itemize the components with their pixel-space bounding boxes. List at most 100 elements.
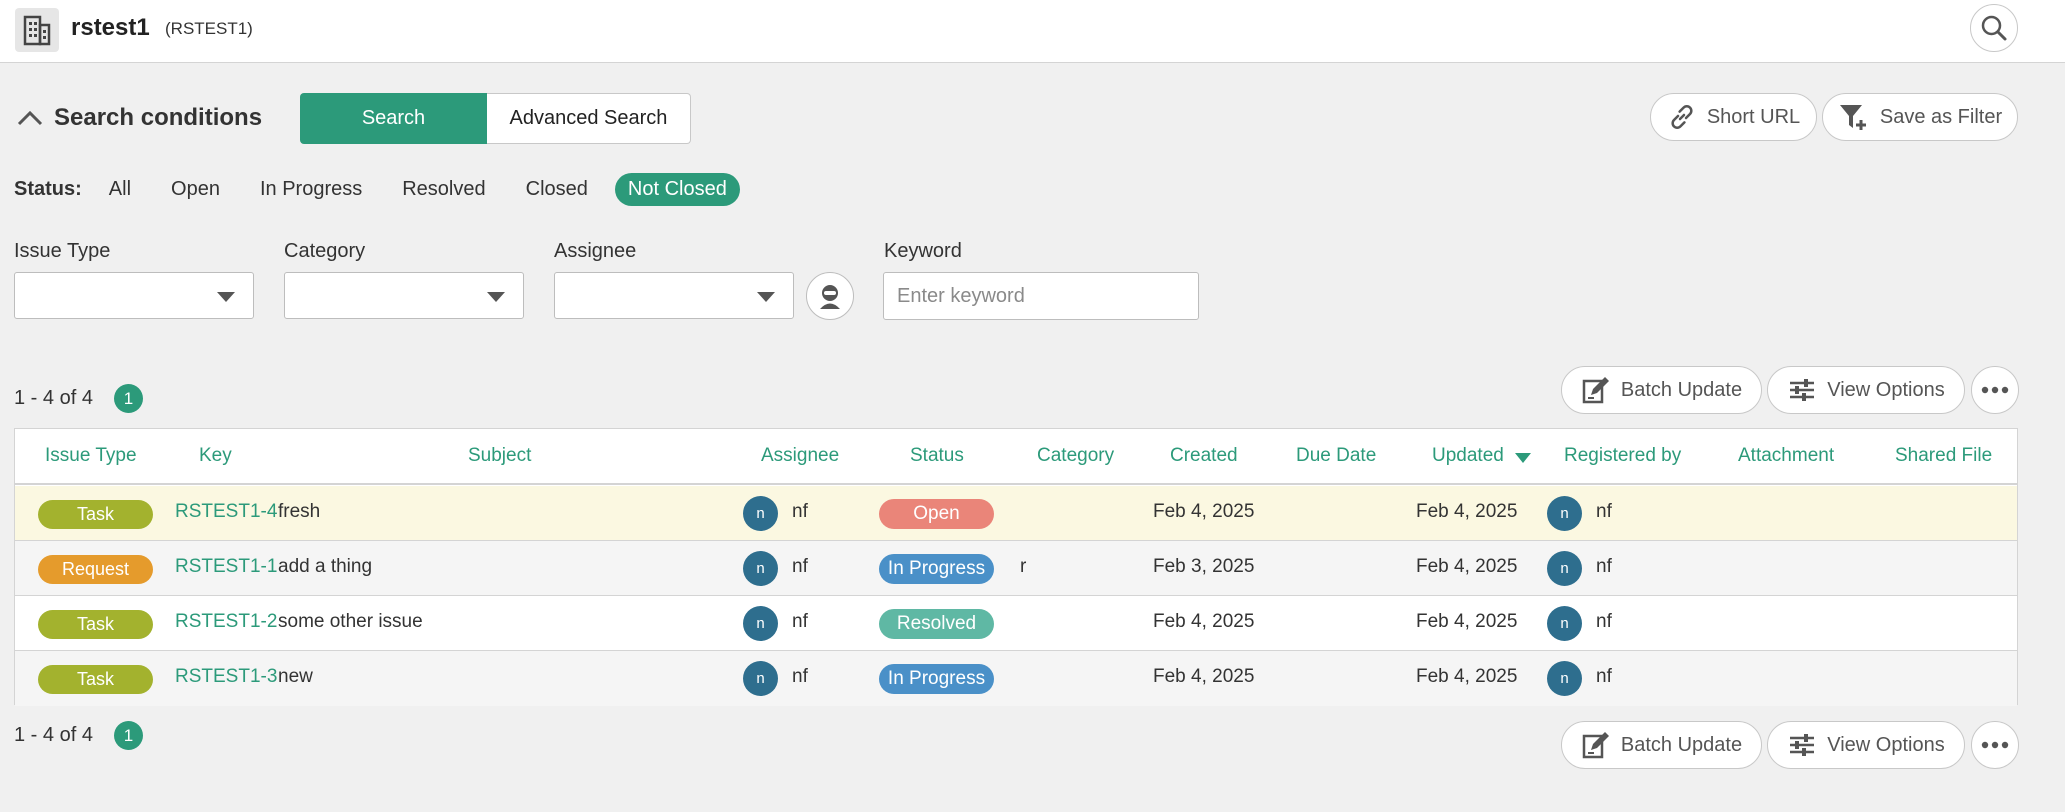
project-name[interactable]: rstest1 — [71, 14, 150, 42]
assignee-name: nf — [792, 501, 808, 522]
column-header-created[interactable]: Created — [1170, 445, 1238, 467]
table-header: Issue Type Key Subject Assignee Status C… — [15, 429, 2017, 485]
link-icon — [1671, 105, 1693, 129]
column-header-subject[interactable]: Subject — [468, 445, 531, 467]
category-select[interactable] — [284, 272, 524, 319]
status-option-resolved[interactable]: Resolved — [389, 173, 498, 206]
assignee-label: Assignee — [554, 240, 637, 262]
column-header-shared-file[interactable]: Shared File — [1895, 445, 1992, 467]
issue-table: Issue Type Key Subject Assignee Status C… — [14, 428, 2018, 706]
column-header-attachment[interactable]: Attachment — [1738, 445, 1834, 467]
column-header-key[interactable]: Key — [199, 445, 232, 467]
issue-subject[interactable]: fresh — [278, 501, 320, 523]
tab-advanced-search[interactable]: Advanced Search — [487, 93, 691, 144]
project-key: (RSTEST1) — [165, 19, 253, 38]
avatar: n — [743, 661, 778, 696]
status-option-not-closed[interactable]: Not Closed — [614, 173, 740, 206]
avatar: n — [1547, 661, 1582, 696]
column-header-due-date[interactable]: Due Date — [1296, 445, 1376, 467]
category-value: r — [1020, 556, 1027, 577]
tab-search[interactable]: Search — [300, 93, 487, 144]
page-number-bottom[interactable]: 1 — [114, 721, 143, 750]
registered-by-name: nf — [1596, 611, 1612, 632]
status-badge: In Progress — [879, 554, 994, 584]
issue-type-label: Issue Type — [14, 240, 111, 262]
batch-update-button[interactable]: Batch Update — [1561, 366, 1762, 414]
column-header-registered-by[interactable]: Registered by — [1564, 445, 1681, 467]
view-options-label: View Options — [1827, 733, 1945, 756]
avatar: n — [743, 606, 778, 641]
batch-update-label: Batch Update — [1620, 378, 1743, 401]
issue-subject[interactable]: some other issue — [278, 611, 423, 633]
column-header-category[interactable]: Category — [1037, 445, 1114, 467]
category-label: Category — [284, 240, 366, 262]
issue-key-link[interactable]: RSTEST1-4 — [175, 501, 277, 523]
status-badge: Resolved — [879, 609, 994, 639]
status-option-all[interactable]: All — [96, 173, 144, 206]
status-filter: Status: All Open In Progress Resolved Cl… — [14, 173, 754, 206]
issue-subject[interactable]: add a thing — [278, 556, 372, 578]
status-option-in-progress[interactable]: In Progress — [247, 173, 375, 206]
issue-type-select[interactable] — [14, 272, 254, 319]
result-count-bottom: 1 - 4 of 4 — [14, 724, 93, 746]
issue-key-link[interactable]: RSTEST1-3 — [175, 666, 277, 688]
column-header-status[interactable]: Status — [910, 445, 964, 467]
batch-update-button-bottom[interactable]: Batch Update — [1561, 721, 1762, 769]
column-header-issue-type[interactable]: Issue Type — [45, 445, 137, 467]
avatar: n — [1547, 606, 1582, 641]
status-badge: Open — [879, 499, 994, 529]
edit-icon — [1582, 377, 1609, 404]
save-as-filter-button[interactable]: Save as Filter — [1822, 93, 2018, 141]
issue-type-badge: Task — [38, 665, 153, 694]
view-options-label: View Options — [1827, 378, 1945, 401]
updated-date: Feb 4, 2025 — [1416, 666, 1518, 687]
updated-date: Feb 4, 2025 — [1416, 611, 1518, 632]
batch-update-label: Batch Update — [1620, 733, 1743, 756]
issue-type-badge: Task — [38, 610, 153, 639]
table-row[interactable]: Task RSTEST1-2 some other issue n nf Res… — [15, 596, 2017, 651]
view-options-button-bottom[interactable]: View Options — [1767, 721, 1965, 769]
issue-key-link[interactable]: RSTEST1-1 — [175, 556, 277, 578]
search-conditions-toggle[interactable]: Search conditions — [16, 104, 262, 132]
created-date: Feb 4, 2025 — [1153, 611, 1255, 632]
sliders-icon — [1790, 734, 1815, 756]
assignee-name: nf — [792, 611, 808, 632]
save-as-filter-label: Save as Filter — [1879, 105, 2003, 128]
assignee-name: nf — [792, 666, 808, 687]
view-options-button[interactable]: View Options — [1767, 366, 1965, 414]
registered-by-name: nf — [1596, 666, 1612, 687]
avatar: n — [743, 551, 778, 586]
issue-type-badge: Request — [38, 555, 153, 584]
issue-key-link[interactable]: RSTEST1-2 — [175, 611, 277, 633]
top-bar: rstest1 (RSTEST1) — [0, 0, 2065, 63]
issue-subject[interactable]: new — [278, 666, 313, 688]
person-icon — [820, 285, 840, 309]
column-header-updated[interactable]: Updated — [1432, 445, 1504, 467]
status-option-closed[interactable]: Closed — [513, 173, 601, 206]
page-number[interactable]: 1 — [114, 384, 143, 413]
created-date: Feb 4, 2025 — [1153, 501, 1255, 522]
ellipsis-icon[interactable] — [1971, 366, 2019, 414]
table-row[interactable]: Task RSTEST1-3 new n nf In Progress Feb … — [15, 651, 2017, 706]
building-icon[interactable] — [15, 8, 59, 52]
updated-date: Feb 4, 2025 — [1416, 556, 1518, 577]
table-row[interactable]: Request RSTEST1-1 add a thing n nf In Pr… — [15, 541, 2017, 596]
column-header-assignee[interactable]: Assignee — [761, 445, 839, 467]
table-row[interactable]: Task RSTEST1-4 fresh n nf Open Feb 4, 20… — [15, 486, 2017, 541]
chevron-down-icon — [487, 292, 505, 302]
ellipsis-icon[interactable] — [1971, 721, 2019, 769]
search-conditions-title: Search conditions — [54, 104, 263, 131]
assignee-select[interactable] — [554, 272, 794, 319]
filter-plus-icon — [1839, 105, 1866, 130]
keyword-input[interactable] — [883, 272, 1199, 320]
short-url-label: Short URL — [1706, 105, 1801, 128]
chevron-down-icon — [757, 292, 775, 302]
status-option-open[interactable]: Open — [158, 173, 233, 206]
chevron-down-icon — [217, 292, 235, 302]
sliders-icon — [1790, 379, 1815, 401]
assign-to-me-button[interactable] — [806, 272, 854, 320]
search-icon[interactable] — [1970, 4, 2018, 52]
search-mode-tabs: Search Advanced Search — [300, 93, 691, 144]
short-url-button[interactable]: Short URL — [1650, 93, 1817, 141]
registered-by-name: nf — [1596, 556, 1612, 577]
